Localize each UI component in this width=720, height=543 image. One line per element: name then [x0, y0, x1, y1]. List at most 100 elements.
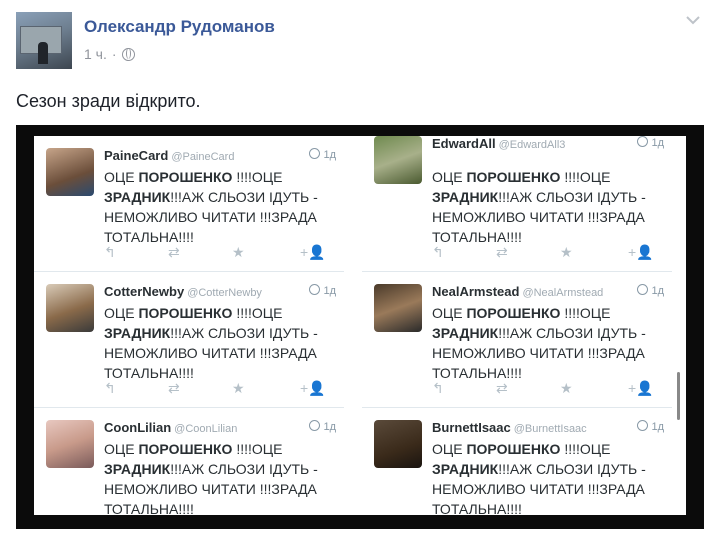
tweet-card[interactable]: CotterNewby @CotterNewby 1д ОЦЕ ПОРОШЕНКО… — [34, 272, 344, 408]
tweet-avatar[interactable] — [46, 420, 94, 468]
tweet-time: 1д — [309, 284, 336, 297]
tweet-text: !!!АЖ СЛЬОЗИ ІДУТЬ - — [498, 325, 646, 341]
clock-icon — [637, 136, 649, 147]
tweet-bold: ПОРОШЕНКО — [466, 441, 561, 457]
reply-icon[interactable]: ↰ — [432, 380, 444, 397]
tweet-time-label: 1д — [323, 149, 336, 161]
tweet-text: !!!!ОЦЕ — [560, 169, 611, 185]
tweet-text: НЕМОЖЛИВО ЧИТАТИ !!!ЗРАДА — [104, 345, 317, 361]
clock-icon — [637, 284, 649, 295]
tweet-card[interactable]: BurnettIsaac @BurnettIsaac 1д ОЦЕ ПОРОШЕН… — [362, 408, 672, 515]
tweet-card[interactable]: EdwardAll @EdwardAll3 1д ОЦЕ ПОРОШЕНКО !!… — [362, 136, 672, 272]
tweet-time-label: 1д — [323, 421, 336, 433]
tweet-avatar[interactable] — [374, 136, 422, 184]
retweet-icon[interactable]: ⇄ — [496, 380, 508, 397]
tweet-bold: ЗРАДНИК — [432, 189, 499, 205]
post-meta: 1 ч. · — [84, 46, 135, 62]
tweet-text: !!!АЖ СЛЬОЗИ ІДУТЬ - — [170, 189, 318, 205]
post-image[interactable]: PaineCard @PaineCard 1д ОЦЕ ПОРОШЕНКО !!!… — [16, 125, 704, 529]
chevron-down-icon[interactable] — [685, 12, 701, 28]
tweet-text: НЕМОЖЛИВО ЧИТАТИ !!!ЗРАДА — [432, 209, 645, 225]
tweet-handle[interactable]: @CotterNewby — [187, 287, 262, 299]
tweet-text: НЕМОЖЛИВО ЧИТАТИ !!!ЗРАДА — [104, 481, 317, 497]
tweet-body: ОЦЕ ПОРОШЕНКО !!!!ОЦЕ ЗРАДНИК!!!АЖ СЛЬОЗИ… — [104, 439, 342, 515]
tweet-card[interactable]: NealArmstead @NealArmstead 1д ОЦЕ ПОРОШЕН… — [362, 272, 672, 408]
tweet-bold: ПОРОШЕНКО — [466, 305, 561, 321]
tweet-text: НЕМОЖЛИВО ЧИТАТИ !!!ЗРАДА — [432, 345, 645, 361]
meta-separator: · — [111, 46, 117, 62]
tweet-text: !!!!ОЦЕ — [232, 441, 283, 457]
clock-icon — [309, 420, 321, 431]
tweet-avatar[interactable] — [374, 420, 422, 468]
tweet-text: ОЦЕ — [104, 305, 139, 321]
reply-icon[interactable]: ↰ — [104, 380, 116, 397]
tweet-body: ОЦЕ ПОРОШЕНКО !!!!ОЦЕ ЗРАДНИК!!!АЖ СЛЬОЗИ… — [432, 439, 670, 515]
tweet-text: !!!!ОЦЕ — [560, 441, 611, 457]
tweet-text: ОЦЕ — [432, 441, 467, 457]
globe-icon[interactable] — [121, 47, 135, 61]
tweet-text: !!!АЖ СЛЬОЗИ ІДУТЬ - — [170, 325, 318, 341]
post-text: Сезон зради відкрито. — [16, 91, 201, 111]
tweet-time: 1д — [309, 148, 336, 161]
tweet-body: ОЦЕ ПОРОШЕНКО !!!!ОЦЕ ЗРАДНИК!!!АЖ СЛЬОЗИ… — [432, 167, 670, 247]
tweet-header: PaineCard @PaineCard — [104, 148, 234, 163]
tweet-name[interactable]: EdwardAll — [432, 136, 496, 151]
follow-icon[interactable]: +👤 — [628, 244, 654, 261]
retweet-icon[interactable]: ⇄ — [168, 380, 180, 397]
tweet-time-label: 1д — [651, 421, 664, 433]
tweet-handle[interactable]: @CoonLilian — [174, 423, 237, 435]
tweet-text: ТОТАЛЬНА!!!! — [104, 229, 194, 245]
tweet-time: 1д — [637, 420, 664, 433]
tweet-bold: ЗРАДНИК — [104, 189, 171, 205]
tweet-header: NealArmstead @NealArmstead — [432, 284, 603, 299]
tweet-bold: ЗРАДНИК — [104, 325, 171, 341]
reply-icon[interactable]: ↰ — [432, 244, 444, 261]
tweet-time: 1д — [637, 284, 664, 297]
tweet-bold: ПОРОШЕНКО — [138, 305, 233, 321]
tweet-handle[interactable]: @EdwardAll3 — [499, 139, 566, 151]
follow-icon[interactable]: +👤 — [300, 244, 326, 261]
author-avatar[interactable] — [16, 12, 72, 69]
tweet-card[interactable]: PaineCard @PaineCard 1д ОЦЕ ПОРОШЕНКО !!!… — [34, 136, 344, 272]
retweet-icon[interactable]: ⇄ — [168, 244, 180, 261]
follow-icon[interactable]: +👤 — [300, 380, 326, 397]
star-icon[interactable]: ★ — [560, 380, 573, 397]
tweet-handle[interactable]: @PaineCard — [171, 151, 234, 163]
tweet-bold: ЗРАДНИК — [432, 325, 499, 341]
tweet-actions: ↰ ⇄ ★ +👤 — [432, 244, 662, 260]
tweet-bold: ПОРОШЕНКО — [466, 169, 561, 185]
tweet-text: !!!!ОЦЕ — [560, 305, 611, 321]
star-icon[interactable]: ★ — [232, 244, 245, 261]
tweet-time-label: 1д — [651, 285, 664, 297]
follow-icon[interactable]: +👤 — [628, 380, 654, 397]
tweet-name[interactable]: BurnettIsaac — [432, 420, 511, 435]
tweet-avatar[interactable] — [46, 284, 94, 332]
tweet-text: !!!!ОЦЕ — [232, 169, 283, 185]
tweet-header: CoonLilian @CoonLilian — [104, 420, 237, 435]
tweet-avatar[interactable] — [46, 148, 94, 196]
retweet-icon[interactable]: ⇄ — [496, 244, 508, 261]
tweet-time: 1д — [309, 420, 336, 433]
tweet-handle[interactable]: @BurnettIsaac — [514, 423, 587, 435]
tweet-avatar[interactable] — [374, 284, 422, 332]
tweet-text: НЕМОЖЛИВО ЧИТАТИ !!!ЗРАДА — [432, 481, 645, 497]
tweet-text: ОЦЕ — [432, 305, 467, 321]
tweet-handle[interactable]: @NealArmstead — [522, 287, 603, 299]
reply-icon[interactable]: ↰ — [104, 244, 116, 261]
tweet-body: ОЦЕ ПОРОШЕНКО !!!!ОЦЕ ЗРАДНИК!!!АЖ СЛЬОЗИ… — [432, 303, 670, 383]
star-icon[interactable]: ★ — [232, 380, 245, 397]
tweet-time-label: 1д — [651, 137, 664, 149]
tweet-name[interactable]: CotterNewby — [104, 284, 184, 299]
tweet-card[interactable]: CoonLilian @CoonLilian 1д ОЦЕ ПОРОШЕНКО !… — [34, 408, 344, 515]
tweet-text: ТОТАЛЬНА!!!! — [432, 229, 522, 245]
post-time[interactable]: 1 ч. — [84, 46, 107, 62]
tweet-text: !!!АЖ СЛЬОЗИ ІДУТЬ - — [498, 189, 646, 205]
star-icon[interactable]: ★ — [560, 244, 573, 261]
post-author[interactable]: Олександр Рудоманов — [84, 17, 275, 37]
scrollbar[interactable] — [677, 372, 680, 420]
tweet-name[interactable]: PaineCard — [104, 148, 168, 163]
tweet-name[interactable]: NealArmstead — [432, 284, 519, 299]
tweet-actions: ↰ ⇄ ★ +👤 — [432, 380, 662, 396]
tweet-header: CotterNewby @CotterNewby — [104, 284, 262, 299]
tweet-name[interactable]: CoonLilian — [104, 420, 171, 435]
